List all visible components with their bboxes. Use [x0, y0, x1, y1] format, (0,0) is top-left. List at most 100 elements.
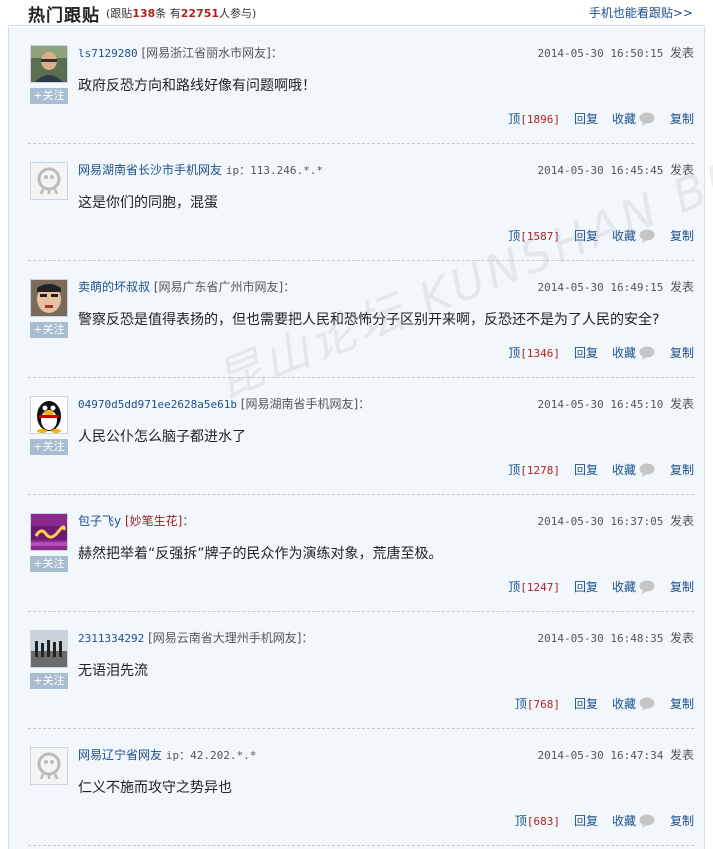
user-avatar[interactable] — [30, 513, 68, 551]
comment-text: 无语泪先流 — [78, 663, 148, 679]
user-avatar[interactable] — [30, 630, 68, 668]
username-link[interactable]: 网易湖南省长沙市手机网友 — [78, 163, 222, 177]
participant-count: 22751 — [180, 7, 220, 20]
username-link[interactable]: ls7129280 — [78, 47, 138, 60]
post-time: 2014-05-30 16:45:45 发表 — [537, 163, 694, 177]
reply-button[interactable]: 回复 — [574, 812, 598, 829]
upvote-button[interactable]: 顶[1346] — [508, 344, 560, 361]
copy-button[interactable]: 复制 — [670, 578, 694, 595]
chat-bubble-icon[interactable] — [639, 346, 655, 360]
copy-button[interactable]: 复制 — [670, 695, 694, 712]
comment-text: 警察反恐是值得表扬的，但也需要把人民和恐怖分子区别开来啊，反恐还不是为了人民的安… — [78, 312, 660, 328]
chat-bubble-icon[interactable] — [639, 697, 655, 711]
favorite-button[interactable]: 收藏 — [612, 812, 636, 829]
copy-button[interactable]: 复制 — [670, 344, 694, 361]
comment-meta: ls7129280 [网易浙江省丽水市网友]： — [78, 44, 283, 61]
comment-actions: 顶[1247] 回复 收藏 复制 — [508, 578, 694, 595]
username-link[interactable]: 卖萌的坏叔叔 — [78, 280, 150, 294]
user-avatar[interactable] — [30, 747, 68, 785]
copy-button[interactable]: 复制 — [670, 812, 694, 829]
comment-actions: 顶[1896] 回复 收藏 复制 — [508, 110, 694, 127]
chat-bubble-icon[interactable] — [639, 814, 655, 828]
favorite-button[interactable]: 收藏 — [612, 695, 636, 712]
user-title-link[interactable]: [妙笔生花] — [125, 514, 182, 528]
follow-button[interactable]: +关注 — [30, 88, 68, 104]
comment-item: +关注 2311334292 [网易云南省大理州手机网友]： 2014-05-3… — [28, 612, 694, 729]
mobile-view-link[interactable]: 手机也能看跟贴>> — [589, 4, 693, 21]
post-time: 2014-05-30 16:45:10 发表 — [537, 397, 694, 411]
favorite-button[interactable]: 收藏 — [612, 461, 636, 478]
upvote-button[interactable]: 顶[1896] — [508, 110, 560, 127]
comment-text: 这是你们的同胞，混蛋 — [78, 195, 218, 211]
chat-bubble-icon[interactable] — [639, 229, 655, 243]
user-avatar[interactable] — [30, 162, 68, 200]
comment-item: +关注 卖萌的坏叔叔 [网易广东省广州市网友]： 2014-05-30 16:4… — [28, 261, 694, 378]
comment-meta: 网易湖南省长沙市手机网友 ip：113.246.*.* — [78, 161, 323, 178]
username-link[interactable]: 包子飞y — [78, 514, 121, 528]
post-count: 138 — [132, 7, 156, 20]
upvote-button[interactable]: 顶[1247] — [508, 578, 560, 595]
comment-actions: 顶[1278] 回复 收藏 复制 — [508, 461, 694, 478]
penguin-icon — [31, 397, 67, 433]
favorite-button[interactable]: 收藏 — [612, 227, 636, 244]
default-avatar-icon — [31, 163, 67, 199]
comment-item: +关注 包子飞y [妙笔生花]： 2014-05-30 16:37:05 发表 … — [28, 495, 694, 612]
comment-meta: 04970d5dd971ee2628a5e61b [网易湖南省手机网友]： — [78, 395, 370, 412]
comment-meta: 包子飞y [妙笔生花]： — [78, 514, 195, 528]
follow-button[interactable]: +关注 — [30, 439, 68, 455]
comment-text: 赫然把举着“反强拆”牌子的民众作为演练对象，荒唐至极。 — [78, 546, 443, 562]
copy-button[interactable]: 复制 — [670, 110, 694, 127]
follow-button[interactable]: +关注 — [30, 322, 68, 338]
comment-meta: 网易辽宁省网友 ip：42.202.*.* — [78, 746, 256, 763]
user-avatar[interactable] — [30, 279, 68, 317]
upvote-button[interactable]: 顶[1587] — [508, 227, 560, 244]
upvote-button[interactable]: 顶[683] — [515, 812, 560, 829]
page-header: 热门跟贴 (跟贴138条 有22751人参与) 手机也能看跟贴>> — [8, 0, 705, 26]
reply-button[interactable]: 回复 — [574, 461, 598, 478]
page-title: 热门跟贴 — [28, 6, 100, 26]
user-photo-icon — [31, 46, 67, 82]
reply-button[interactable]: 回复 — [574, 578, 598, 595]
post-time: 2014-05-30 16:49:15 发表 — [537, 280, 694, 294]
comment-actions: 顶[768] 回复 收藏 复制 — [515, 695, 694, 712]
chat-bubble-icon[interactable] — [639, 463, 655, 477]
user-photo-icon — [31, 280, 67, 316]
favorite-button[interactable]: 收藏 — [612, 344, 636, 361]
comment-item: +关注 ls7129280 [网易浙江省丽水市网友]： 2014-05-30 1… — [28, 27, 694, 144]
upvote-button[interactable]: 顶[768] — [515, 695, 560, 712]
comment-item: 网易辽宁省网友 ip：42.202.*.* 2014-05-30 16:47:3… — [28, 729, 694, 846]
follow-button[interactable]: +关注 — [30, 556, 68, 572]
comment-actions: 顶[1587] 回复 收藏 复制 — [508, 227, 694, 244]
comment-actions: 顶[683] 回复 收藏 复制 — [515, 812, 694, 829]
chat-bubble-icon[interactable] — [639, 112, 655, 126]
username-link[interactable]: 04970d5dd971ee2628a5e61b — [78, 398, 237, 411]
user-avatar[interactable] — [30, 396, 68, 434]
reply-button[interactable]: 回复 — [574, 110, 598, 127]
user-avatar[interactable] — [30, 45, 68, 83]
comment-meta: 卖萌的坏叔叔 [网易广东省广州市网友]： — [78, 278, 295, 295]
default-avatar-icon — [31, 748, 67, 784]
user-location: [网易浙江省丽水市网友]： — [141, 46, 283, 60]
comment-actions: 顶[1346] 回复 收藏 复制 — [508, 344, 694, 361]
chat-bubble-icon[interactable] — [639, 580, 655, 594]
follow-button[interactable]: +关注 — [30, 673, 68, 689]
reply-button[interactable]: 回复 — [574, 695, 598, 712]
reply-button[interactable]: 回复 — [574, 344, 598, 361]
user-location: [网易广东省广州市网友]： — [153, 280, 296, 294]
copy-button[interactable]: 复制 — [670, 461, 694, 478]
copy-button[interactable]: 复制 — [670, 227, 694, 244]
favorite-button[interactable]: 收藏 — [612, 578, 636, 595]
username-link[interactable]: 2311334292 — [78, 632, 144, 645]
user-location: [网易湖南省手机网友]： — [240, 397, 371, 411]
favorite-button[interactable]: 收藏 — [612, 110, 636, 127]
username-link[interactable]: 网易辽宁省网友 — [78, 748, 162, 762]
comment-text: 政府反恐方向和路线好像有问题啊哦！ — [78, 78, 316, 94]
comment-text: 人民公仆怎么脑子都进水了 — [78, 429, 246, 445]
purple-logo-icon — [31, 514, 67, 550]
user-ip: ip：113.246.*.* — [225, 164, 323, 177]
comment-item: +关注 04970d5dd971ee2628a5e61b [网易湖南省手机网友]… — [28, 378, 694, 495]
post-time: 2014-05-30 16:48:35 发表 — [537, 631, 694, 645]
upvote-button[interactable]: 顶[1278] — [508, 461, 560, 478]
reply-button[interactable]: 回复 — [574, 227, 598, 244]
post-time: 2014-05-30 16:37:05 发表 — [537, 514, 694, 528]
